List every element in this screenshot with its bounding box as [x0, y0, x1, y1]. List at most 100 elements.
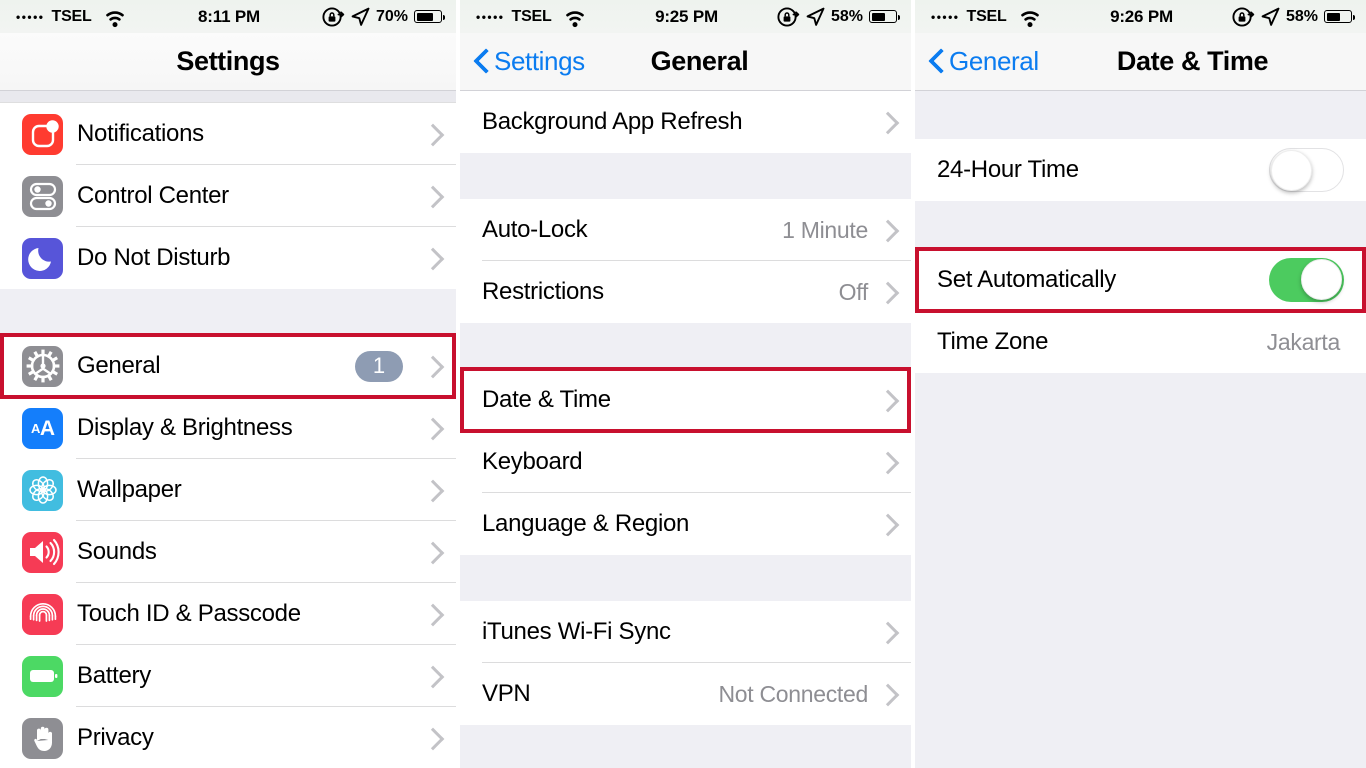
settings-list[interactable]: Notifications Control Center Do Not Distur… — [0, 91, 456, 768]
list-item-label: Do Not Disturb — [77, 244, 231, 271]
signal-dots-icon: ••••• — [16, 9, 45, 24]
chevron-right-icon — [425, 727, 438, 749]
chevron-right-icon — [425, 185, 438, 207]
battery-icon — [22, 655, 63, 697]
do-not-disturb-icon — [22, 237, 63, 279]
list-item[interactable]: Keyboard — [460, 431, 911, 493]
list-item-label: Battery — [77, 662, 151, 689]
list-item-label: Background App Refresh — [482, 108, 743, 135]
status-bar: ••••• TSEL 9:26 PM 58% — [915, 0, 1366, 33]
list-item[interactable]: 24-Hour Time — [915, 139, 1366, 201]
display-brightness-icon: AA — [22, 407, 63, 449]
list-item[interactable]: VPN Not Connected — [460, 663, 911, 725]
status-right: 58% — [1173, 6, 1356, 28]
list-item[interactable]: Date & Time — [460, 369, 911, 431]
settings-list[interactable]: Background App Refresh Auto-Lock 1 Minute R… — [460, 91, 911, 768]
list-item[interactable]: Restrictions Off — [460, 261, 911, 323]
list-item[interactable]: Language & Region — [460, 493, 911, 555]
chevron-right-icon — [425, 417, 438, 439]
list-item-label: Notifications — [77, 120, 204, 147]
settings-list[interactable]: 24-Hour Time Set Automatically Time Zone Ja… — [915, 91, 1366, 768]
list-section: Date & Time Keyboard Language & Region — [460, 369, 911, 555]
chevron-right-icon — [880, 451, 893, 473]
battery-percent: 58% — [830, 7, 864, 25]
battery-icon — [1324, 10, 1356, 23]
list-item-label: 24-Hour Time — [937, 156, 1079, 183]
group-gap — [915, 201, 1366, 249]
status-left: ••••• TSEL — [931, 7, 1110, 28]
list-item[interactable]: Auto-Lock 1 Minute — [460, 199, 911, 261]
list-section: General 1 A A Display & Brightness Wallpaper S… — [0, 335, 456, 768]
nav-bar: Settings — [0, 33, 456, 91]
battery-percent: 70% — [375, 7, 409, 25]
chevron-right-icon — [880, 513, 893, 535]
back-button[interactable]: General — [929, 46, 1039, 77]
wifi-icon — [1014, 10, 1039, 28]
list-item-label: Wallpaper — [77, 476, 182, 503]
list-section: Background App Refresh — [460, 91, 911, 153]
list-item[interactable]: iTunes Wi-Fi Sync — [460, 601, 911, 663]
list-item-label: General — [77, 352, 161, 379]
chevron-right-icon — [880, 621, 893, 643]
touch-id-icon — [22, 593, 63, 635]
list-item-label: Privacy — [77, 724, 154, 751]
list-item[interactable]: Do Not Disturb — [0, 227, 456, 289]
chevron-right-icon — [880, 389, 893, 411]
wifi-icon — [99, 10, 124, 28]
carrier-name: TSEL — [511, 7, 552, 25]
chevron-right-icon — [880, 683, 893, 705]
rotation-lock-icon — [1231, 6, 1255, 28]
wallpaper-icon — [22, 469, 63, 511]
rotation-lock-icon — [321, 6, 345, 28]
list-item-label: Restrictions — [482, 278, 604, 305]
list-item-value: 1 Minute — [782, 216, 868, 243]
wifi-icon — [559, 10, 584, 28]
list-item-label: VPN — [482, 680, 531, 707]
chevron-right-icon — [425, 665, 438, 687]
list-item[interactable]: Notifications — [0, 103, 456, 165]
notifications-icon — [22, 113, 63, 155]
list-item-label: Keyboard — [482, 448, 583, 475]
toggle-switch[interactable] — [1269, 258, 1344, 302]
list-section: iTunes Wi-Fi Sync VPN Not Connected — [460, 601, 911, 725]
chevron-left-icon — [474, 49, 488, 74]
carrier-name: TSEL — [966, 7, 1007, 25]
status-bar: ••••• TSEL 9:25 PM 58% — [460, 0, 911, 33]
list-item-value: Jakarta — [1266, 328, 1341, 355]
list-item[interactable]: Sounds — [0, 521, 456, 583]
list-item[interactable]: General 1 — [0, 335, 456, 397]
toggle-switch[interactable] — [1269, 148, 1344, 192]
list-item[interactable]: Set Automatically — [915, 249, 1366, 311]
location-arrow-icon — [1261, 7, 1280, 26]
sounds-icon — [22, 531, 63, 573]
list-item[interactable]: Wallpaper — [0, 459, 456, 521]
list-item[interactable]: Background App Refresh — [460, 91, 911, 153]
chevron-right-icon — [425, 541, 438, 563]
list-item[interactable]: Privacy — [0, 707, 456, 768]
list-item[interactable]: Battery — [0, 645, 456, 707]
status-clock: 8:11 PM — [198, 6, 260, 26]
group-gap — [460, 555, 911, 601]
group-gap — [0, 289, 456, 335]
back-button[interactable]: Settings — [474, 46, 585, 77]
signal-dots-icon: ••••• — [931, 9, 960, 24]
rotation-lock-icon — [776, 6, 800, 28]
list-item-label: Sounds — [77, 538, 157, 565]
list-top-band — [0, 91, 456, 103]
list-section: 24-Hour Time — [915, 139, 1366, 201]
list-item-value: Off — [838, 278, 869, 305]
chevron-right-icon — [425, 479, 438, 501]
list-item[interactable]: A A Display & Brightness — [0, 397, 456, 459]
list-item[interactable]: Touch ID & Passcode — [0, 583, 456, 645]
back-button-label: General — [949, 46, 1039, 76]
list-item-label: Touch ID & Passcode — [77, 600, 301, 627]
chevron-right-icon — [425, 603, 438, 625]
list-item[interactable]: Control Center — [0, 165, 456, 227]
list-item-label: iTunes Wi-Fi Sync — [482, 618, 671, 645]
list-item-label: Control Center — [77, 182, 229, 209]
toggle-knob — [1271, 150, 1312, 191]
status-clock: 9:26 PM — [1110, 6, 1173, 26]
list-item: Time Zone Jakarta — [915, 311, 1366, 373]
three-panel-screenshot: ••••• TSEL 8:11 PM 70% Settings Notifications… — [0, 0, 1366, 768]
battery-percent: 58% — [1285, 7, 1319, 25]
